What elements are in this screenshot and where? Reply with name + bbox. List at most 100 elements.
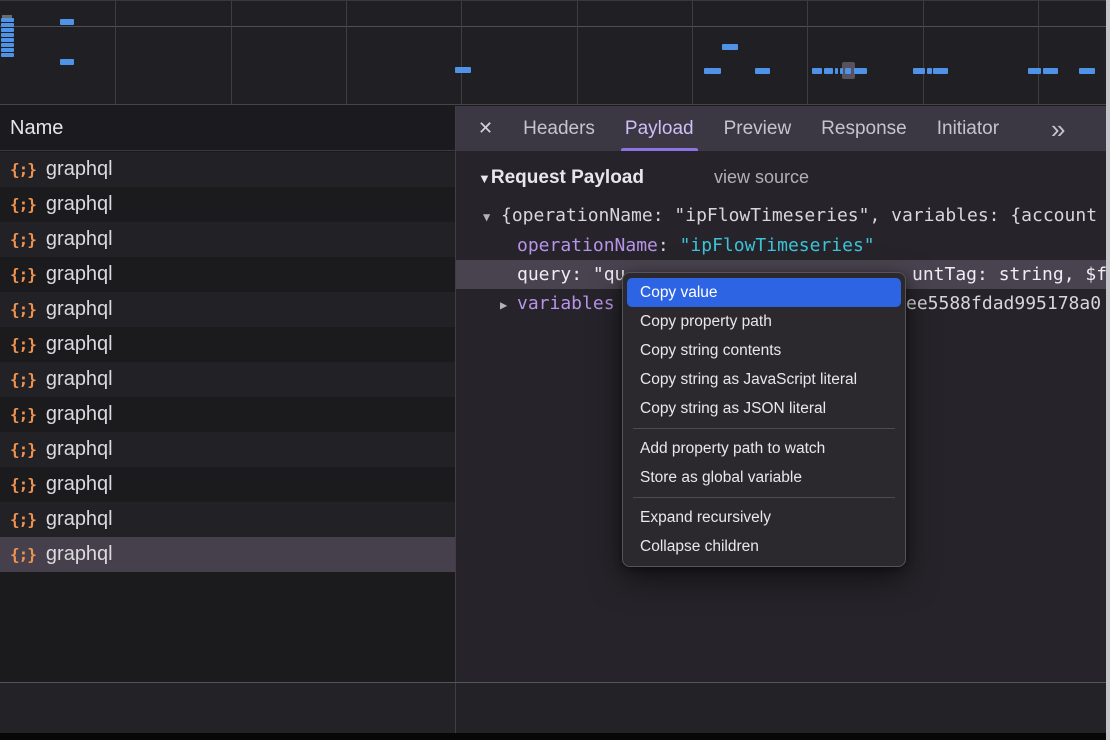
property-key: variables [517,293,615,314]
menu-item-copy-string-as-json-literal[interactable]: Copy string as JSON literal [627,394,901,423]
json-icon: {;} [10,405,36,424]
request-row[interactable]: {;} graphql [0,467,455,502]
overview-gridline-vertical [1038,1,1039,104]
request-timing-bar [840,68,843,74]
overview-gridline-vertical [231,1,232,104]
overview-gridline-vertical [577,1,578,104]
collapse-triangle-icon[interactable]: ▶ [500,291,517,318]
menu-item-copy-string-as-javascript-literal[interactable]: Copy string as JavaScript literal [627,365,901,394]
request-row[interactable]: {;} graphql [0,362,455,397]
payload-root-row[interactable]: ▼{operationName: "ipFlowTimeseries", var… [456,201,1110,230]
property-value-right: untTag: string, $f [912,260,1107,289]
tab-response[interactable]: Response [821,106,907,151]
more-tabs-icon[interactable]: » [1051,109,1065,149]
summary-divider [0,682,1110,683]
json-icon: {;} [10,545,36,564]
json-icon: {;} [10,230,36,249]
tab-headers[interactable]: Headers [523,106,595,151]
request-name: graphql [46,193,113,216]
menu-item-copy-property-path[interactable]: Copy property path [627,307,901,336]
section-title: Request Payload [491,167,644,188]
overview-gridline-vertical [692,1,693,104]
request-list: {;} graphql {;} graphql {;} graphql {;} graphql… [0,152,455,682]
name-column-header[interactable]: Name [0,106,455,151]
request-name: graphql [46,368,113,391]
request-name: graphql [46,473,113,496]
request-timing-bar [60,59,74,65]
menu-separator [633,497,895,498]
context-menu: Copy valueCopy property pathCopy string … [622,272,906,567]
json-icon: {;} [10,265,36,284]
expand-triangle-icon[interactable]: ▼ [478,171,491,186]
json-icon: {;} [10,370,36,389]
request-row[interactable]: {;}graphql [0,292,455,327]
menu-item-expand-recursively[interactable]: Expand recursively [627,503,901,532]
operation-name-row[interactable]: operationName: "ipFlowTimeseries" [456,231,1110,260]
request-name: graphql [46,543,113,566]
request-timing-bar [704,68,721,74]
expand-triangle-icon[interactable]: ▼ [483,203,501,230]
request-timing-bar [1,53,14,57]
property-value-right: ee5588fdad995178a0 [906,289,1101,318]
request-timing-bar [1,48,14,52]
menu-item-store-as-global-variable[interactable]: Store as global variable [627,463,901,492]
request-timing-bar [1028,68,1041,74]
request-name: graphql [46,333,113,356]
menu-item-collapse-children[interactable]: Collapse children [627,532,901,561]
request-name: graphql [46,298,113,321]
request-row[interactable]: {;} graphql [0,432,455,467]
request-timing-bar [927,68,932,74]
property-value: "ipFlowTimeseries" [680,235,875,256]
json-icon: {;} [10,440,36,459]
request-row[interactable]: {;}graphql [0,152,455,187]
request-row[interactable]: {;} graphql [0,222,455,257]
request-timing-bar [60,19,74,25]
details-tab-bar: ✕ Headers Payload Preview Response Initiator… [456,106,1110,151]
request-timing-bar [1,33,14,37]
network-overview[interactable] [0,0,1110,105]
request-row[interactable]: {;} graphql [0,187,455,222]
key-separator: : [658,235,680,256]
request-name: graphql [46,508,113,531]
request-name: graphql [46,438,113,461]
request-timing-bar [913,68,925,74]
menu-item-copy-value[interactable]: Copy value [627,278,901,307]
tab-payload[interactable]: Payload [625,106,694,151]
request-name: graphql [46,228,113,251]
property-value-left: "qu [593,264,626,285]
request-timing-bar [824,68,833,74]
request-timing-bar [722,44,738,50]
overview-gridline-vertical [461,1,462,104]
request-row[interactable]: {;}graphql [0,397,455,432]
request-timing-bar [1,43,14,47]
request-row[interactable]: {;}graphql [0,502,455,537]
request-payload-section-header[interactable]: ▼Request Payload view source [456,163,1110,192]
request-row[interactable]: {;} graphql [0,537,455,572]
menu-separator [633,428,895,429]
request-timing-bar [1,23,14,27]
window-right-edge [1106,0,1110,740]
request-timing-bar [854,68,867,74]
request-timing-bar [755,68,770,74]
close-icon[interactable]: ✕ [478,118,493,139]
menu-item-copy-string-contents[interactable]: Copy string contents [627,336,901,365]
menu-item-add-property-path-to-watch[interactable]: Add property path to watch [627,434,901,463]
panel-split-divider[interactable] [455,106,456,733]
request-timing-bar [1079,68,1095,74]
request-timing-bar [845,68,851,74]
status-bar-area [0,683,1110,733]
view-source-link[interactable]: view source [714,167,809,187]
request-timing-bar [835,68,838,74]
property-key: query [517,264,571,285]
window-bottom-edge [0,733,1110,740]
tab-initiator[interactable]: Initiator [937,106,999,151]
json-icon: {;} [10,475,36,494]
request-name: graphql [46,158,113,181]
request-timing-bar [933,68,948,74]
tab-preview[interactable]: Preview [724,106,792,151]
devtools-network-panel: Name {;}graphql{;}graphql{;}graphql{;}gr… [0,0,1110,740]
overview-gridline-vertical [346,1,347,104]
json-icon: {;} [10,195,36,214]
request-row[interactable]: {;}graphql [0,257,455,292]
request-row[interactable]: {;}graphql [0,327,455,362]
